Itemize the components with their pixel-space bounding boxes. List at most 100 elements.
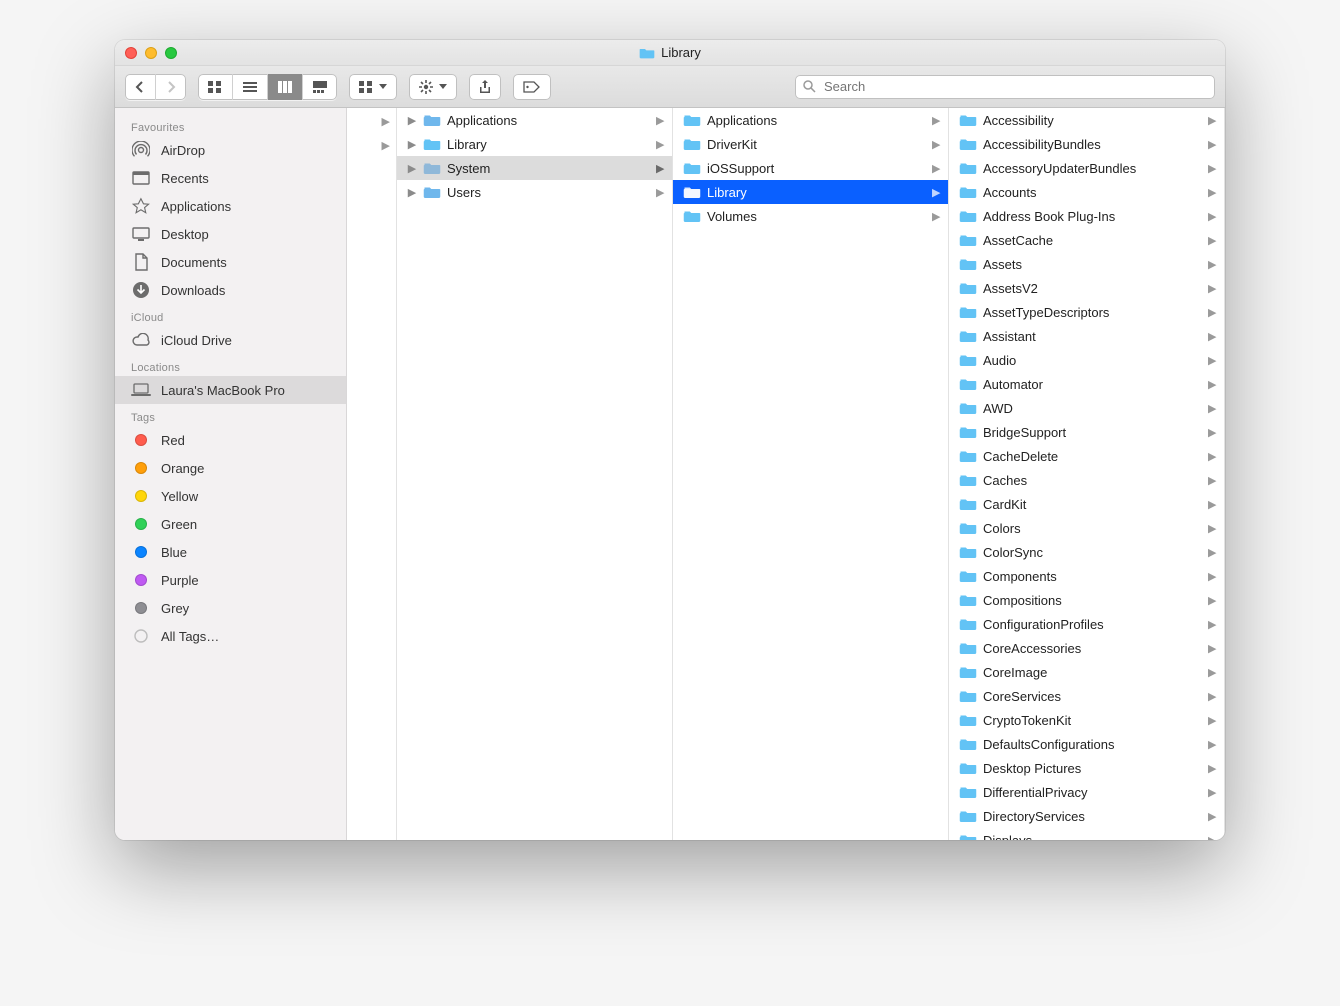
file-row-label: Caches <box>983 473 1202 488</box>
file-row[interactable]: Assistant▶ <box>949 324 1224 348</box>
sidebar-item-yellow[interactable]: Yellow <box>115 482 346 510</box>
sidebar-item-label: Documents <box>161 255 227 270</box>
share-button[interactable] <box>469 74 501 100</box>
file-row[interactable]: AssetCache▶ <box>949 228 1224 252</box>
nav-buttons <box>125 74 186 100</box>
file-row[interactable]: AWD▶ <box>949 396 1224 420</box>
file-row[interactable]: CoreImage▶ <box>949 660 1224 684</box>
file-row[interactable]: AccessoryUpdaterBundles▶ <box>949 156 1224 180</box>
search-field[interactable] <box>795 75 1215 99</box>
file-row[interactable]: Compositions▶ <box>949 588 1224 612</box>
sidebar-item-applications[interactable]: Applications <box>115 192 346 220</box>
file-row[interactable]: AccessibilityBundles▶ <box>949 132 1224 156</box>
file-row[interactable]: CoreAccessories▶ <box>949 636 1224 660</box>
sidebar-item-green[interactable]: Green <box>115 510 346 538</box>
sidebar-item-label: Recents <box>161 171 209 186</box>
sidebar-item-desktop[interactable]: Desktop <box>115 220 346 248</box>
file-row[interactable]: AssetsV2▶ <box>949 276 1224 300</box>
minimize-window-button[interactable] <box>145 47 157 59</box>
tags-button[interactable] <box>513 74 551 100</box>
file-row[interactable]: CacheDelete▶ <box>949 444 1224 468</box>
file-row[interactable]: Automator▶ <box>949 372 1224 396</box>
tag-icon <box>131 434 151 446</box>
file-row[interactable]: BridgeSupport▶ <box>949 420 1224 444</box>
disclosure-triangle[interactable]: ▶ <box>407 162 417 175</box>
file-row[interactable]: Displays▶ <box>949 828 1224 840</box>
file-row[interactable]: ▶ Applications▶ <box>397 108 672 132</box>
file-row[interactable]: Accessibility▶ <box>949 108 1224 132</box>
sidebar-item-grey[interactable]: Grey <box>115 594 346 622</box>
file-row[interactable]: Components▶ <box>949 564 1224 588</box>
file-row[interactable]: Colors▶ <box>949 516 1224 540</box>
file-row[interactable]: Assets▶ <box>949 252 1224 276</box>
file-row-label: AccessibilityBundles <box>983 137 1202 152</box>
sidebar-item-laura-s-macbook-pro[interactable]: Laura's MacBook Pro <box>115 376 346 404</box>
sidebar-item-red[interactable]: Red <box>115 426 346 454</box>
chevron-right-icon: ▶ <box>1208 330 1218 343</box>
file-row[interactable]: DriverKit▶ <box>673 132 948 156</box>
chevron-down-icon <box>379 84 387 89</box>
file-row[interactable]: ▶ System▶ <box>397 156 672 180</box>
sidebar-item-purple[interactable]: Purple <box>115 566 346 594</box>
sidebar-item-icloud-drive[interactable]: iCloud Drive <box>115 326 346 354</box>
file-row[interactable]: ▶ Library▶ <box>397 132 672 156</box>
search-input[interactable] <box>822 78 1207 95</box>
chevron-right-icon: ▶ <box>1208 666 1218 679</box>
close-window-button[interactable] <box>125 47 137 59</box>
folder-icon <box>959 233 977 247</box>
sidebar-item-airdrop[interactable]: AirDrop <box>115 136 346 164</box>
file-row[interactable]: Applications▶ <box>673 108 948 132</box>
disclosure-triangle[interactable]: ▶ <box>407 186 417 199</box>
file-row[interactable]: ConfigurationProfiles▶ <box>949 612 1224 636</box>
file-row[interactable]: DirectoryServices▶ <box>949 804 1224 828</box>
folder-icon <box>959 761 977 775</box>
window-body: FavouritesAirDropRecentsApplicationsDesk… <box>115 108 1225 840</box>
chevron-right-icon: ▶ <box>1208 546 1218 559</box>
folder-icon <box>423 161 441 175</box>
sidebar-section-label: Favourites <box>115 114 346 136</box>
forward-button[interactable] <box>156 74 186 100</box>
folder-icon <box>423 113 441 127</box>
disclosure-triangle[interactable]: ▶ <box>407 114 417 127</box>
file-row[interactable]: AssetTypeDescriptors▶ <box>949 300 1224 324</box>
column-2: Accessibility▶ AccessibilityBundles▶ Acc… <box>949 108 1225 840</box>
arrange-menu[interactable] <box>349 74 397 100</box>
file-row[interactable]: CryptoTokenKit▶ <box>949 708 1224 732</box>
tag-icon <box>131 462 151 474</box>
file-row[interactable]: CardKit▶ <box>949 492 1224 516</box>
file-row[interactable]: DefaultsConfigurations▶ <box>949 732 1224 756</box>
file-row[interactable]: CoreServices▶ <box>949 684 1224 708</box>
column-root: ▶ ▶ <box>347 108 397 840</box>
column-view-button[interactable] <box>268 74 303 100</box>
sidebar-item-all-tags-[interactable]: All Tags… <box>115 622 346 650</box>
tag-icon <box>131 518 151 530</box>
file-row-label: BridgeSupport <box>983 425 1202 440</box>
file-row[interactable]: Caches▶ <box>949 468 1224 492</box>
file-row[interactable]: ▶ Users▶ <box>397 180 672 204</box>
back-button[interactable] <box>125 74 156 100</box>
file-row-label: Library <box>447 137 650 152</box>
file-row[interactable]: Accounts▶ <box>949 180 1224 204</box>
action-menu[interactable] <box>409 74 457 100</box>
icon-view-button[interactable] <box>198 74 233 100</box>
file-row[interactable]: Address Book Plug-Ins▶ <box>949 204 1224 228</box>
sidebar-item-label: Red <box>161 433 185 448</box>
sidebar-item-blue[interactable]: Blue <box>115 538 346 566</box>
chevron-right-icon: ▶ <box>1208 738 1218 751</box>
file-row[interactable]: iOSSupport▶ <box>673 156 948 180</box>
sidebar-item-documents[interactable]: Documents <box>115 248 346 276</box>
sidebar-item-orange[interactable]: Orange <box>115 454 346 482</box>
file-row[interactable]: ColorSync▶ <box>949 540 1224 564</box>
file-row[interactable]: Audio▶ <box>949 348 1224 372</box>
list-view-button[interactable] <box>233 74 268 100</box>
file-row[interactable]: Volumes▶ <box>673 204 948 228</box>
sidebar-item-recents[interactable]: Recents <box>115 164 346 192</box>
disclosure-triangle[interactable]: ▶ <box>407 138 417 151</box>
file-row[interactable]: Library▶ <box>673 180 948 204</box>
sidebar-item-downloads[interactable]: Downloads <box>115 276 346 304</box>
file-row-label: Volumes <box>707 209 926 224</box>
zoom-window-button[interactable] <box>165 47 177 59</box>
file-row[interactable]: Desktop Pictures▶ <box>949 756 1224 780</box>
gallery-view-button[interactable] <box>303 74 337 100</box>
file-row[interactable]: DifferentialPrivacy▶ <box>949 780 1224 804</box>
